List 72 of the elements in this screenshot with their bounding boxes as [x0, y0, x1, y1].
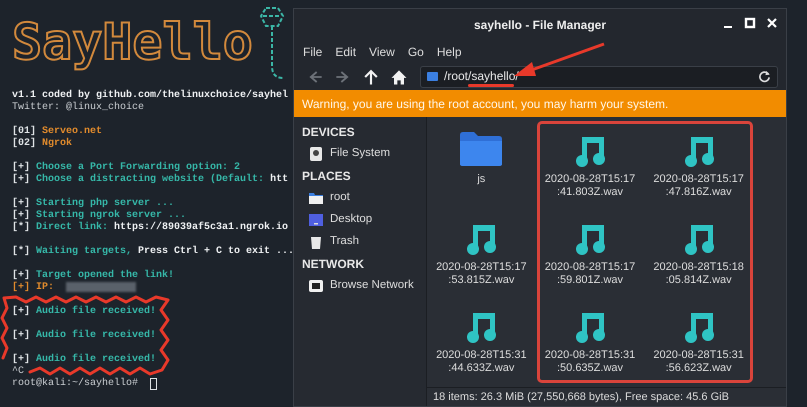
terminal-text: [+] — [12, 174, 30, 186]
terminal-text: Direct link: — [36, 222, 108, 234]
terminal-text: Audio file received! — [36, 354, 156, 366]
terminal-text: Choose a distracting website (Default: — [36, 174, 264, 186]
trash-icon — [308, 234, 324, 250]
ascii-logo: SayHello — [12, 12, 253, 73]
terminal-text: Audio file received! — [36, 306, 156, 318]
window-title: sayhello - File Manager — [474, 17, 606, 34]
terminal-text: [02] — [12, 138, 36, 150]
terminal-text: [*] — [12, 222, 30, 234]
terminal-text: [+] — [12, 306, 30, 318]
sidebar-item[interactable]: File System — [302, 143, 426, 165]
folder-icon — [459, 131, 504, 167]
terminal-text: [+] — [12, 270, 30, 282]
terminal-text: v1.1 coded by github.com/thelinuxchoice/sayhel — [12, 90, 288, 102]
path-field[interactable]: /root/sayhello/ — [420, 66, 778, 88]
menu-item[interactable]: View — [369, 43, 395, 61]
sidebar-heading: DEVICES — [302, 124, 356, 141]
sound-entry[interactable]: 2020-08-28T15:17 :59.801Z.wav — [536, 217, 644, 299]
sound-entry[interactable]: 2020-08-28T15:31 :50.635Z.wav — [536, 305, 644, 387]
terminal-text: Serveo.net — [42, 126, 102, 138]
network-icon — [308, 278, 324, 294]
sidebar-heading: NETWORK — [302, 256, 365, 273]
status-text: 18 items: 26.3 MiB (27,550,668 bytes), Free space: 45.6 GiB — [433, 390, 729, 405]
terminal-text: ^C — [12, 366, 24, 378]
folder-icon — [308, 190, 324, 206]
terminal-text: Choose a Port Forwarding option: 2 — [36, 162, 240, 174]
terminal-text: [+] — [12, 210, 30, 222]
terminal-text: Press Ctrl + C to exit ... — [138, 246, 294, 258]
terminal-text: root@kali:~/sayhello# — [12, 378, 138, 390]
terminal-text: Starting php server ... — [36, 198, 174, 210]
terminal-text: Ngrok — [42, 138, 72, 150]
menu-item[interactable]: File — [303, 43, 322, 61]
terminal-text: htt — [270, 174, 288, 186]
sidebar-item[interactable]: Trash — [302, 231, 426, 253]
cursor-block — [150, 378, 158, 390]
terminal-text: [+] IP: — [12, 282, 54, 294]
warning-text: Warning, you are using the root account, you may harm your system. — [302, 96, 668, 112]
sidebar-item[interactable]: root — [302, 187, 426, 209]
sidebar-item[interactable]: Browse Network — [302, 275, 426, 297]
terminal-text: [+] — [12, 330, 30, 342]
path-text: /root/sayhello/ — [444, 70, 519, 83]
terminal-text: [+] — [12, 198, 30, 210]
sound-entry[interactable]: 2020-08-28T15:31 :44.633Z.wav — [427, 305, 536, 387]
sound-entry[interactable]: 2020-08-28T15:17 :47.816Z.wav — [644, 129, 753, 211]
folder-entry[interactable]: js — [427, 129, 536, 211]
sound-entry[interactable]: 2020-08-28T15:18 :05.814Z.wav — [644, 217, 753, 299]
terminal-text: Starting ngrok server ... — [36, 210, 186, 222]
menu-item[interactable]: Help — [436, 43, 462, 61]
terminal-text: [+] — [12, 162, 30, 174]
terminal-text: [01] — [12, 126, 36, 138]
reload-icon[interactable] — [758, 70, 771, 83]
desktop-icon — [308, 212, 324, 228]
terminal-text: [+] — [12, 354, 30, 366]
blurred-ip — [66, 282, 136, 292]
close-icon[interactable] — [766, 17, 778, 29]
sound-entry[interactable]: 2020-08-28T15:17 :41.803Z.wav — [536, 129, 644, 211]
terminal-text: Target opened the link! — [36, 270, 174, 282]
underline-annotation — [468, 84, 514, 87]
terminal-text: Waiting targets, — [36, 246, 132, 258]
menu-item[interactable]: Go — [408, 43, 424, 61]
folder-icon — [427, 72, 438, 81]
terminal-text: Audio file received! — [36, 330, 156, 342]
terminal-text: Twitter: @linux_choice — [12, 102, 144, 114]
sound-entry[interactable]: 2020-08-28T15:17 :53.815Z.wav — [427, 217, 536, 299]
sidebar-item[interactable]: Desktop — [302, 209, 426, 231]
sidebar-heading: PLACES — [302, 168, 352, 185]
terminal-text: [*] — [12, 246, 30, 258]
menu-item[interactable]: Edit — [335, 43, 356, 61]
maximize-icon[interactable] — [744, 17, 756, 29]
terminal-text: https://89039af5c3a1.ngrok.io — [114, 222, 288, 234]
sound-entry[interactable]: 2020-08-28T15:31 :56.623Z.wav — [644, 305, 753, 387]
